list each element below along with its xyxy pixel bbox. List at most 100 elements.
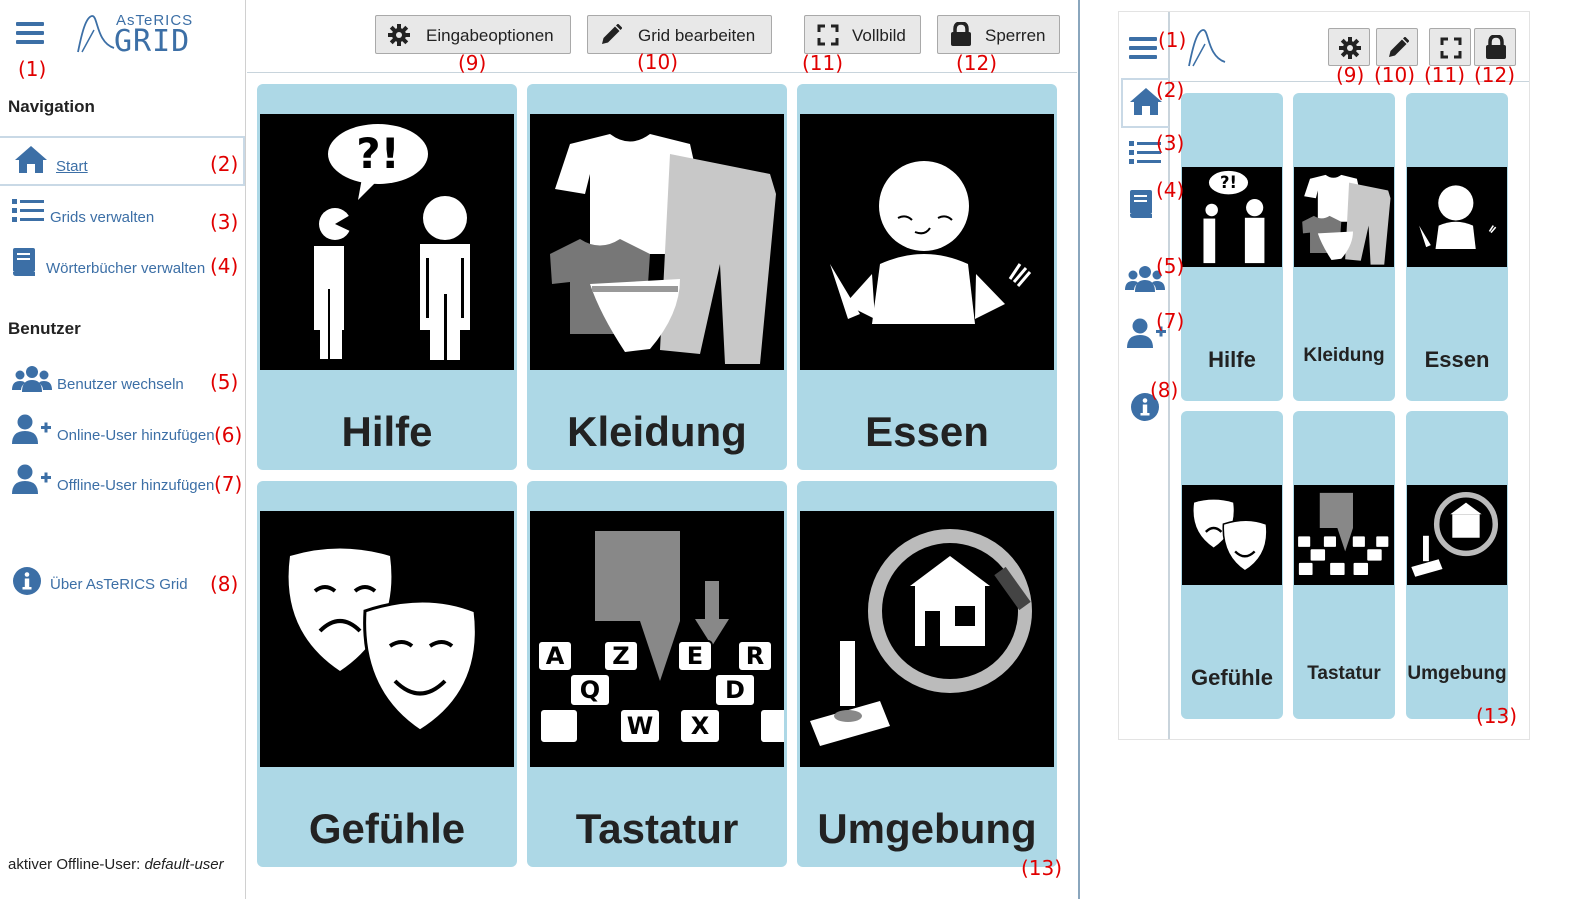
- sidebar-item-add-online-user[interactable]: Online-User hinzufügen: [0, 408, 245, 458]
- grid-cell-hilfe[interactable]: ?! Hilfe: [257, 84, 517, 470]
- masks-pictogram: [260, 511, 514, 767]
- grid-cell-gefuehle[interactable]: Gefühle: [1181, 411, 1283, 719]
- desktop-view: AsTeRICS GRID Navigation Start Grids ver…: [0, 0, 1082, 899]
- svg-text:E: E: [687, 642, 703, 670]
- annotation-2: (2): [1156, 78, 1185, 102]
- toolbar-button-label: Grid bearbeiten: [638, 26, 756, 45]
- edit-grid-button[interactable]: [1376, 28, 1418, 66]
- active-user-prefix: aktiver Offline-User:: [8, 856, 141, 873]
- cell-label: Essen: [1424, 347, 1490, 372]
- grid-cell-tastatur[interactable]: Tastatur: [1293, 411, 1395, 719]
- annotation-7: (7): [214, 472, 243, 496]
- gear-icon: [1339, 37, 1361, 59]
- grid-cell-gefuehle[interactable]: Gefühle: [257, 481, 517, 867]
- fullscreen-icon: [817, 24, 839, 46]
- annotation-7: (7): [1156, 309, 1185, 333]
- grid-cell-umgebung[interactable]: Umgebung: [797, 481, 1057, 867]
- svg-text:X: X: [691, 712, 710, 740]
- sidebar-item-about[interactable]: Über AsTeRICS Grid: [0, 558, 245, 608]
- grid-cell-essen[interactable]: Essen: [797, 84, 1057, 470]
- annotation-3: (3): [210, 210, 239, 234]
- info-icon: [13, 567, 41, 595]
- home-environment-pictogram: [800, 511, 1054, 767]
- active-user-footer: aktiver Offline-User: default-user: [8, 856, 224, 873]
- annotation-3: (3): [1156, 131, 1185, 155]
- annotation-4: (4): [1156, 178, 1185, 202]
- annotation-1: (1): [1158, 28, 1187, 52]
- annotation-6: (6): [214, 423, 243, 447]
- fullscreen-button[interactable]: Vollbild: [804, 15, 921, 54]
- annotation-13: (13): [1021, 856, 1063, 880]
- lock-button[interactable]: Sperren: [937, 15, 1060, 54]
- sidebar-item-label: Über AsTeRICS Grid: [50, 576, 188, 593]
- sidebar-item-label: Start: [56, 158, 88, 175]
- cell-label: Tastatur: [1307, 663, 1381, 684]
- annotation-10: (10): [1374, 63, 1416, 87]
- edit-grid-button[interactable]: Grid bearbeiten: [587, 15, 772, 54]
- svg-text:Z: Z: [612, 642, 629, 670]
- sidebar-item-dictionaries[interactable]: Wörterbücher verwalten: [0, 240, 245, 290]
- logo-mark-icon: [77, 15, 115, 53]
- user-plus-icon: [12, 464, 51, 494]
- input-options-button[interactable]: Eingabeoptionen: [375, 15, 571, 54]
- cell-label: Kleidung: [1303, 345, 1385, 366]
- grid-cell-kleidung[interactable]: Kleidung: [1293, 93, 1395, 401]
- fullscreen-button[interactable]: [1429, 28, 1471, 66]
- grid-cell-tastatur[interactable]: A Z E R Q D W X Tastatur: [527, 481, 787, 867]
- sidebar-item-label: Grids verwalten: [50, 209, 155, 226]
- grid-cell-umgebung[interactable]: Umgebung: [1406, 411, 1508, 719]
- grid-cell-kleidung[interactable]: Kleidung: [527, 84, 787, 470]
- svg-text:W: W: [627, 712, 653, 740]
- sidebar-item-grids[interactable]: Grids verwalten: [0, 190, 245, 240]
- lock-button[interactable]: [1474, 28, 1516, 66]
- keyboard-pictogram: A Z E R Q D W X: [530, 511, 784, 767]
- book-icon: [1130, 190, 1152, 218]
- menu-toggle-icon[interactable]: [1129, 37, 1157, 59]
- grid-cell-hilfe[interactable]: ?! Hilfe: [1181, 93, 1283, 401]
- keyboard-pictogram: [1294, 485, 1394, 585]
- sidebar-item-label: Wörterbücher verwalten: [46, 260, 206, 277]
- sidebar-item-add-offline-user[interactable]: Offline-User hinzufügen: [0, 458, 245, 508]
- svg-text:A: A: [546, 642, 565, 670]
- navigation-heading: Navigation: [8, 97, 95, 116]
- annotation-11: (11): [802, 51, 844, 75]
- mobile-view: ?! Hilfe Kleidung Essen Gefühle Tastatur…: [1118, 11, 1530, 740]
- annotation-10: (10): [637, 50, 679, 74]
- cell-label: Umgebung: [1407, 663, 1507, 684]
- pencil-icon: [602, 24, 622, 44]
- svg-text:R: R: [746, 642, 764, 670]
- menu-toggle-icon[interactable]: [16, 22, 44, 44]
- help-speech-pictogram: ?!: [260, 114, 514, 370]
- grid-cell-essen[interactable]: Essen: [1406, 93, 1508, 401]
- annotation-2: (2): [210, 152, 239, 176]
- cell-label: Hilfe: [341, 408, 433, 455]
- toolbar-button-label: Sperren: [985, 26, 1046, 45]
- annotation-8: (8): [1150, 378, 1179, 402]
- home-icon: [15, 146, 47, 173]
- svg-text:?!: ?!: [356, 129, 400, 178]
- sidebar: AsTeRICS GRID Navigation Start Grids ver…: [0, 0, 246, 899]
- gear-icon: [388, 24, 410, 46]
- sidebar-item-switch-user[interactable]: Benutzer wechseln: [0, 358, 245, 408]
- pencil-icon: [1389, 37, 1409, 57]
- eating-pictogram: [800, 114, 1054, 370]
- clothing-pictogram: [530, 114, 784, 370]
- svg-text:D: D: [725, 676, 745, 704]
- sidebar-item-label: Online-User hinzufügen: [57, 427, 215, 444]
- user-plus-icon: [12, 414, 51, 444]
- sidebar-item-start[interactable]: Start: [0, 136, 245, 186]
- eating-pictogram: [1407, 167, 1507, 267]
- toolbar-button-label: Vollbild: [852, 26, 906, 45]
- app-logo: AsTeRICS GRID: [76, 12, 206, 59]
- annotation-5: (5): [210, 370, 239, 394]
- annotation-13: (13): [1476, 704, 1518, 728]
- cell-label: Tastatur: [575, 805, 739, 852]
- lock-icon: [951, 22, 971, 46]
- active-user-name: default-user: [144, 856, 224, 873]
- lock-icon: [1486, 35, 1506, 59]
- masks-pictogram: [1182, 485, 1282, 585]
- logo-mark-icon: [1188, 29, 1226, 67]
- input-options-button[interactable]: [1328, 28, 1370, 66]
- annotation-1: (1): [18, 57, 47, 81]
- cell-label: Umgebung: [817, 805, 1037, 852]
